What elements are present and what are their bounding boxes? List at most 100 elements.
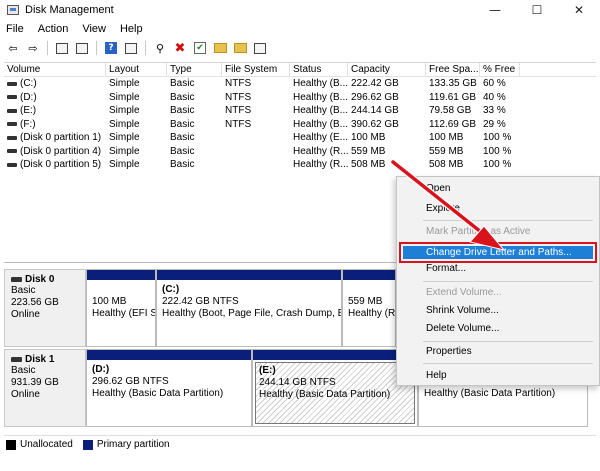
column-volume[interactable]: Volume <box>4 63 106 76</box>
properties-icon <box>76 42 88 54</box>
forward-icon[interactable]: ⇨ <box>24 40 42 56</box>
menu-item-properties[interactable]: Properties <box>426 346 472 357</box>
folder-search-button[interactable] <box>231 40 249 56</box>
disk-0-partition-c[interactable]: (C:) 222.42 GB NTFS Healthy (Boot, Page … <box>156 269 342 347</box>
window-title: Disk Management <box>25 4 114 16</box>
free-space-cell: 100 MB <box>429 132 464 143</box>
disk-1-type: Basic <box>11 365 36 376</box>
table-row[interactable]: (C:) Simple Basic NTFS Healthy (B... 222… <box>4 77 596 91</box>
menu-item-open[interactable]: Open <box>426 183 450 194</box>
menu-separator <box>423 281 593 282</box>
partition-info: 559 MB Healthy (Re <box>343 280 395 346</box>
disk-0-partition-efi[interactable]: 100 MB Healthy (EFI S <box>86 269 156 347</box>
menu-action[interactable]: Action <box>38 23 69 35</box>
partition-status: Healthy (Re <box>348 308 395 319</box>
maximize-button[interactable]: ☐ <box>516 0 558 20</box>
menu-item-shrink-volume[interactable]: Shrink Volume... <box>426 305 499 316</box>
layout-cell: Simple <box>109 78 140 89</box>
free-space-cell: 508 MB <box>429 159 464 170</box>
disk-1-status: Online <box>11 389 40 400</box>
partition-status: Healthy (EFI S <box>92 308 155 319</box>
menu-view[interactable]: View <box>82 23 106 35</box>
menu-item-explore[interactable]: Explore <box>426 203 460 214</box>
partition-size: 244.14 GB NTFS <box>259 377 336 388</box>
table-row[interactable]: (F:) Simple Basic NTFS Healthy (B... 390… <box>4 118 596 132</box>
type-cell: Basic <box>170 159 195 170</box>
capacity-cell: 222.42 GB <box>351 78 399 89</box>
menu-separator <box>423 341 593 342</box>
volume-cell: (Disk 0 partition 5) <box>4 158 106 172</box>
type-cell: Basic <box>170 91 195 103</box>
partition-bar <box>87 350 251 360</box>
table-row[interactable]: (Disk 0 partition 5) Simple Basic Health… <box>4 158 596 172</box>
capacity-cell: 244.14 GB <box>351 105 399 116</box>
menu-item-extend-volume: Extend Volume... <box>426 287 502 298</box>
change-drive-letter-highlight: Change Drive Letter and Paths... <box>399 242 597 263</box>
menu-separator <box>423 220 593 221</box>
properties-button[interactable] <box>73 40 91 56</box>
file-system-cell: NTFS <box>225 105 252 116</box>
table-row[interactable]: (E:) Simple Basic NTFS Healthy (B... 244… <box>4 104 596 118</box>
status-cell: Healthy (B... <box>293 118 348 130</box>
close-button[interactable]: ✕ <box>558 0 600 20</box>
free-space-cell: 133.35 GB <box>429 78 477 89</box>
percent-free-cell: 100 % <box>483 132 512 143</box>
table-row[interactable]: (Disk 0 partition 1) Simple Basic Health… <box>4 131 596 145</box>
type-cell: Basic <box>170 118 195 130</box>
partition-status: Healthy (Basic Data Partition) <box>424 388 556 399</box>
status-cell: Healthy (B... <box>293 91 348 103</box>
folder-button[interactable] <box>211 40 229 56</box>
column-percent-free[interactable]: % Free <box>480 63 520 76</box>
capacity-cell: 508 MB <box>351 159 386 170</box>
menu-bar: File Action View Help <box>0 20 600 38</box>
disk-0-partition-recovery[interactable]: 559 MB Healthy (Re <box>342 269 396 347</box>
menu-file[interactable]: File <box>6 23 24 35</box>
delete-icon[interactable]: ✖ <box>171 40 189 56</box>
primary-partition-swatch <box>82 439 93 450</box>
volume-name: (C:) <box>20 78 37 89</box>
properties-sheet-button[interactable] <box>122 40 140 56</box>
check-button[interactable]: ✔ <box>191 40 209 56</box>
console-tree-button[interactable] <box>53 40 71 56</box>
menu-help[interactable]: Help <box>120 23 143 35</box>
check-icon: ✔ <box>194 42 206 54</box>
disk-1-label[interactable]: Disk 1 Basic 931.39 GB Online <box>4 349 86 427</box>
partition-status: Healthy (Boot, Page File, Crash Dump, Ba <box>162 308 341 319</box>
partition-info: 100 MB Healthy (EFI S <box>87 280 155 346</box>
disk-0-label[interactable]: Disk 0 Basic 223.56 GB Online <box>4 269 86 347</box>
menu-item-help[interactable]: Help <box>426 370 447 381</box>
help-button[interactable]: ? <box>102 40 120 56</box>
partition-bar <box>343 270 395 280</box>
column-file-system[interactable]: File System <box>222 63 290 76</box>
disk-management-app-icon <box>7 5 19 15</box>
column-layout[interactable]: Layout <box>106 63 167 76</box>
disk-1-size: 931.39 GB <box>11 377 59 388</box>
file-system-cell: NTFS <box>225 118 252 130</box>
disk-1-partition-d[interactable]: (D:) 296.62 GB NTFS Healthy (Basic Data … <box>86 349 252 427</box>
status-cell: Healthy (R... <box>293 145 348 157</box>
partition-bar <box>253 350 417 360</box>
folder-options-icon <box>254 42 266 54</box>
back-icon[interactable]: ⇦ <box>4 40 22 56</box>
table-row[interactable]: (D:) Simple Basic NTFS Healthy (B... 296… <box>4 91 596 105</box>
column-status[interactable]: Status <box>290 63 348 76</box>
column-type[interactable]: Type <box>167 63 222 76</box>
folder-options-button[interactable] <box>251 40 269 56</box>
column-capacity[interactable]: Capacity <box>348 63 426 76</box>
disk-0-size: 223.56 GB <box>11 297 59 308</box>
table-row[interactable]: (Disk 0 partition 4) Simple Basic Health… <box>4 145 596 159</box>
status-cell: Healthy (B... <box>293 105 348 116</box>
connect-icon[interactable]: ⚲ <box>151 40 169 56</box>
layout-cell: Simple <box>109 159 140 170</box>
menu-item-delete-volume[interactable]: Delete Volume... <box>426 323 499 334</box>
disk-1-partition-e-selected[interactable]: (E:) 244.14 GB NTFS Healthy (Basic Data … <box>252 349 418 427</box>
menu-item-format[interactable]: Format... <box>426 263 466 274</box>
minimize-button[interactable]: — <box>474 0 516 20</box>
toolbar: ⇦ ⇨ ? ⚲ ✖ ✔ <box>0 38 600 58</box>
disk-icon <box>11 277 22 282</box>
partition-size: 100 MB <box>92 296 127 307</box>
percent-free-cell: 40 % <box>483 91 506 103</box>
file-system-cell <box>222 158 290 172</box>
menu-item-change-drive-letter[interactable]: Change Drive Letter and Paths... <box>426 246 572 259</box>
column-free-space[interactable]: Free Spa... <box>426 63 480 76</box>
